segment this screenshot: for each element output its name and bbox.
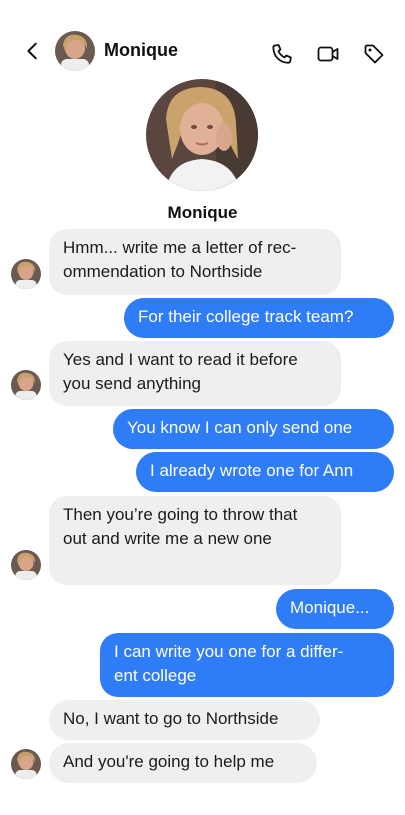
profile-name: Monique: [167, 203, 238, 222]
sender-avatar[interactable]: [11, 259, 41, 289]
phone-icon[interactable]: [270, 42, 294, 66]
tag-icon[interactable]: [362, 42, 386, 66]
message-incoming[interactable]: No, I want to go to Northside: [49, 700, 320, 740]
sender-avatar[interactable]: [11, 749, 41, 779]
message-incoming[interactable]: Hmm... write me a letter of rec- ommenda…: [49, 229, 341, 295]
message-line: And you're going to help me: [63, 752, 275, 771]
message-outgoing[interactable]: I already wrote one for Ann: [136, 452, 394, 492]
back-chevron-icon[interactable]: [22, 40, 44, 62]
message-line: Yes and I want to read it before: [63, 350, 298, 369]
message-line: ent college: [114, 666, 197, 685]
message-line: you send anything: [63, 374, 201, 393]
message-line: You know I can only send one: [127, 418, 353, 437]
message-line: I can write you one for a differ-: [114, 642, 344, 661]
message-line: Monique...: [290, 598, 370, 617]
message-outgoing[interactable]: I can write you one for a differ- ent co…: [100, 633, 394, 697]
profile-avatar[interactable]: [146, 79, 258, 191]
message-line: No, I want to go to Northside: [63, 709, 279, 728]
message-outgoing[interactable]: For their college track team?: [124, 298, 394, 338]
message-outgoing[interactable]: You know I can only send one: [113, 409, 394, 449]
message-line: Hmm... write me a letter of rec-: [63, 238, 297, 257]
message-line: ommendation to Northside: [63, 262, 263, 281]
message-incoming[interactable]: Then you’re going to throw that out and …: [49, 496, 341, 585]
message-incoming[interactable]: And you're going to help me: [49, 743, 317, 783]
message-line: Then you’re going to throw that: [63, 505, 298, 524]
header-avatar[interactable]: [55, 31, 95, 71]
message-line: I already wrote one for Ann: [150, 461, 354, 480]
message-incoming[interactable]: Yes and I want to read it before you sen…: [49, 341, 341, 406]
message-line: For their college track team?: [138, 307, 354, 326]
header-contact-name[interactable]: Monique: [104, 40, 178, 61]
message-outgoing[interactable]: Monique...: [276, 589, 394, 629]
message-line: out and write me a new one: [63, 529, 272, 548]
sender-avatar[interactable]: [11, 370, 41, 400]
sender-avatar[interactable]: [11, 550, 41, 580]
video-icon[interactable]: [316, 42, 340, 66]
